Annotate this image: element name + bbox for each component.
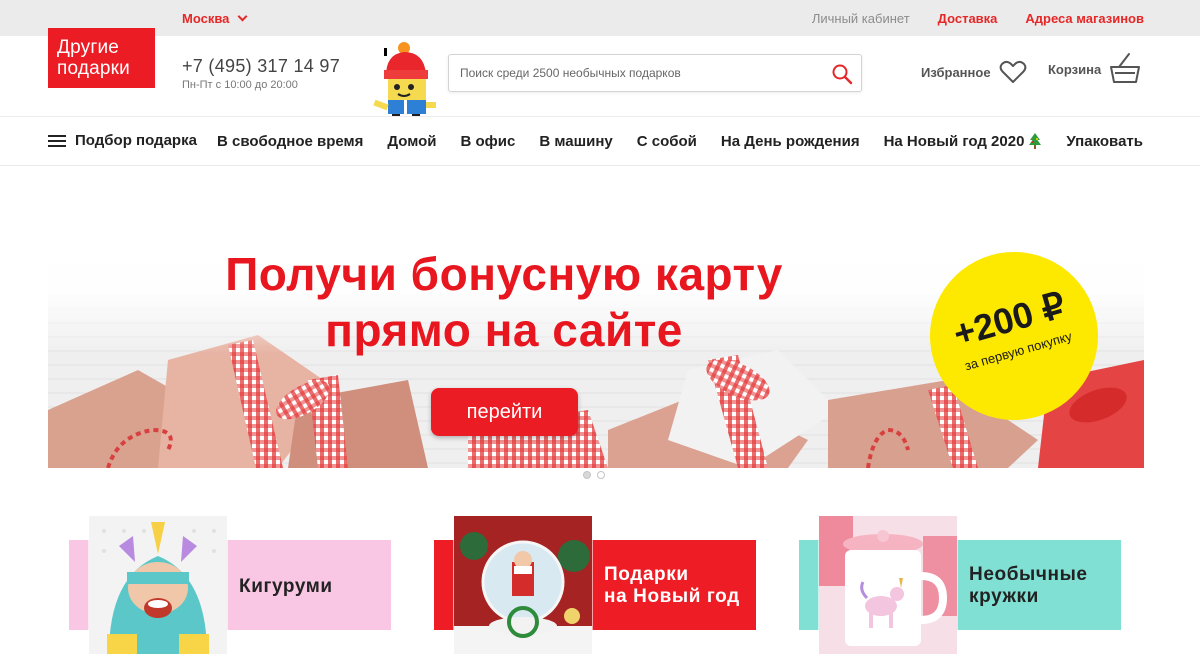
top-bar: Москва Личный кабинет Доставка Адреса ма… (0, 0, 1200, 36)
favorites-button[interactable]: Избранное (921, 60, 1027, 84)
menu-icon (48, 134, 66, 147)
logo-line-1: Другие (57, 37, 120, 58)
basket-icon (1110, 53, 1141, 83)
logo-line-2: подарки (57, 58, 130, 79)
category-label: Подарки на Новый год (604, 564, 740, 608)
category-card-new-year[interactable]: Подарки на Новый год (434, 516, 756, 654)
top-links: Личный кабинет Доставка Адреса магазинов (812, 11, 1144, 26)
category-label: Кигуруми (239, 576, 333, 598)
main-nav: Подбор подарка В свободное время Домой В… (0, 116, 1200, 166)
gift-picker-label: Подбор подарка (75, 132, 197, 149)
city-label: Москва (182, 11, 230, 26)
slider-dot-2[interactable] (597, 471, 605, 479)
nav-item-home[interactable]: Домой (387, 132, 436, 150)
banner-cta-button[interactable]: перейти (431, 388, 578, 436)
category-label-line-1: Подарки (604, 564, 689, 585)
christmas-tree-icon (1029, 133, 1042, 149)
favorites-label: Избранное (921, 64, 991, 80)
banner-headline-1: Получи бонусную карту (225, 248, 783, 300)
mascot-illustration (373, 42, 436, 120)
gift-picker-button[interactable]: Подбор подарка (48, 132, 197, 149)
slider-dot-1[interactable] (583, 471, 591, 479)
cart-label: Корзина (1048, 61, 1102, 77)
nav-item-wrapping[interactable]: Упаковать (1066, 132, 1143, 150)
category-label-line-2: на Новый год (604, 586, 740, 607)
nav-item-car[interactable]: В машину (539, 132, 612, 150)
kigurumi-photo (89, 516, 227, 654)
delivery-link[interactable]: Доставка (938, 11, 998, 26)
snow-globe-photo (454, 516, 592, 654)
category-label-line-2: кружки (969, 586, 1039, 607)
phone-number[interactable]: +7 (495) 317 14 97 (182, 56, 340, 77)
nav-item-take-along[interactable]: С собой (637, 132, 697, 150)
nav-item-new-year[interactable]: На Новый год 2020 (884, 132, 1043, 150)
nav-item-birthday[interactable]: На День рождения (721, 132, 860, 150)
chevron-down-icon (237, 11, 248, 22)
category-nav: В свободное время Домой В офис В машину … (217, 132, 1143, 150)
category-card-mugs[interactable]: Необычные кружки (799, 516, 1121, 654)
account-link[interactable]: Личный кабинет (812, 11, 910, 26)
site-logo[interactable]: Другие подарки (48, 28, 155, 88)
search-box (448, 54, 862, 92)
category-label-line-1: Необычные (969, 564, 1088, 585)
category-label-line-1: Кигуруми (239, 576, 333, 597)
heart-icon (999, 60, 1026, 83)
cart-button[interactable]: Корзина (1048, 52, 1141, 86)
city-selector[interactable]: Москва (182, 11, 248, 26)
search-input[interactable] (449, 55, 809, 91)
stores-link[interactable]: Адреса магазинов (1025, 11, 1144, 26)
header: Другие подарки +7 (495) 317 14 97 Пн-Пт … (0, 28, 1200, 120)
slider-dots (583, 471, 605, 479)
banner-headline-2: прямо на сайте (325, 304, 683, 356)
nav-item-free-time[interactable]: В свободное время (217, 132, 363, 150)
mug-photo (819, 516, 957, 654)
category-label: Необычные кружки (969, 564, 1088, 608)
category-card-kigurumi[interactable]: Кигуруми (69, 516, 391, 654)
working-hours: Пн-Пт с 10:00 до 20:00 (182, 79, 298, 91)
search-icon[interactable] (831, 63, 853, 85)
nav-item-new-year-label: На Новый год 2020 (883, 132, 1025, 150)
nav-item-office[interactable]: В офис (461, 132, 516, 150)
